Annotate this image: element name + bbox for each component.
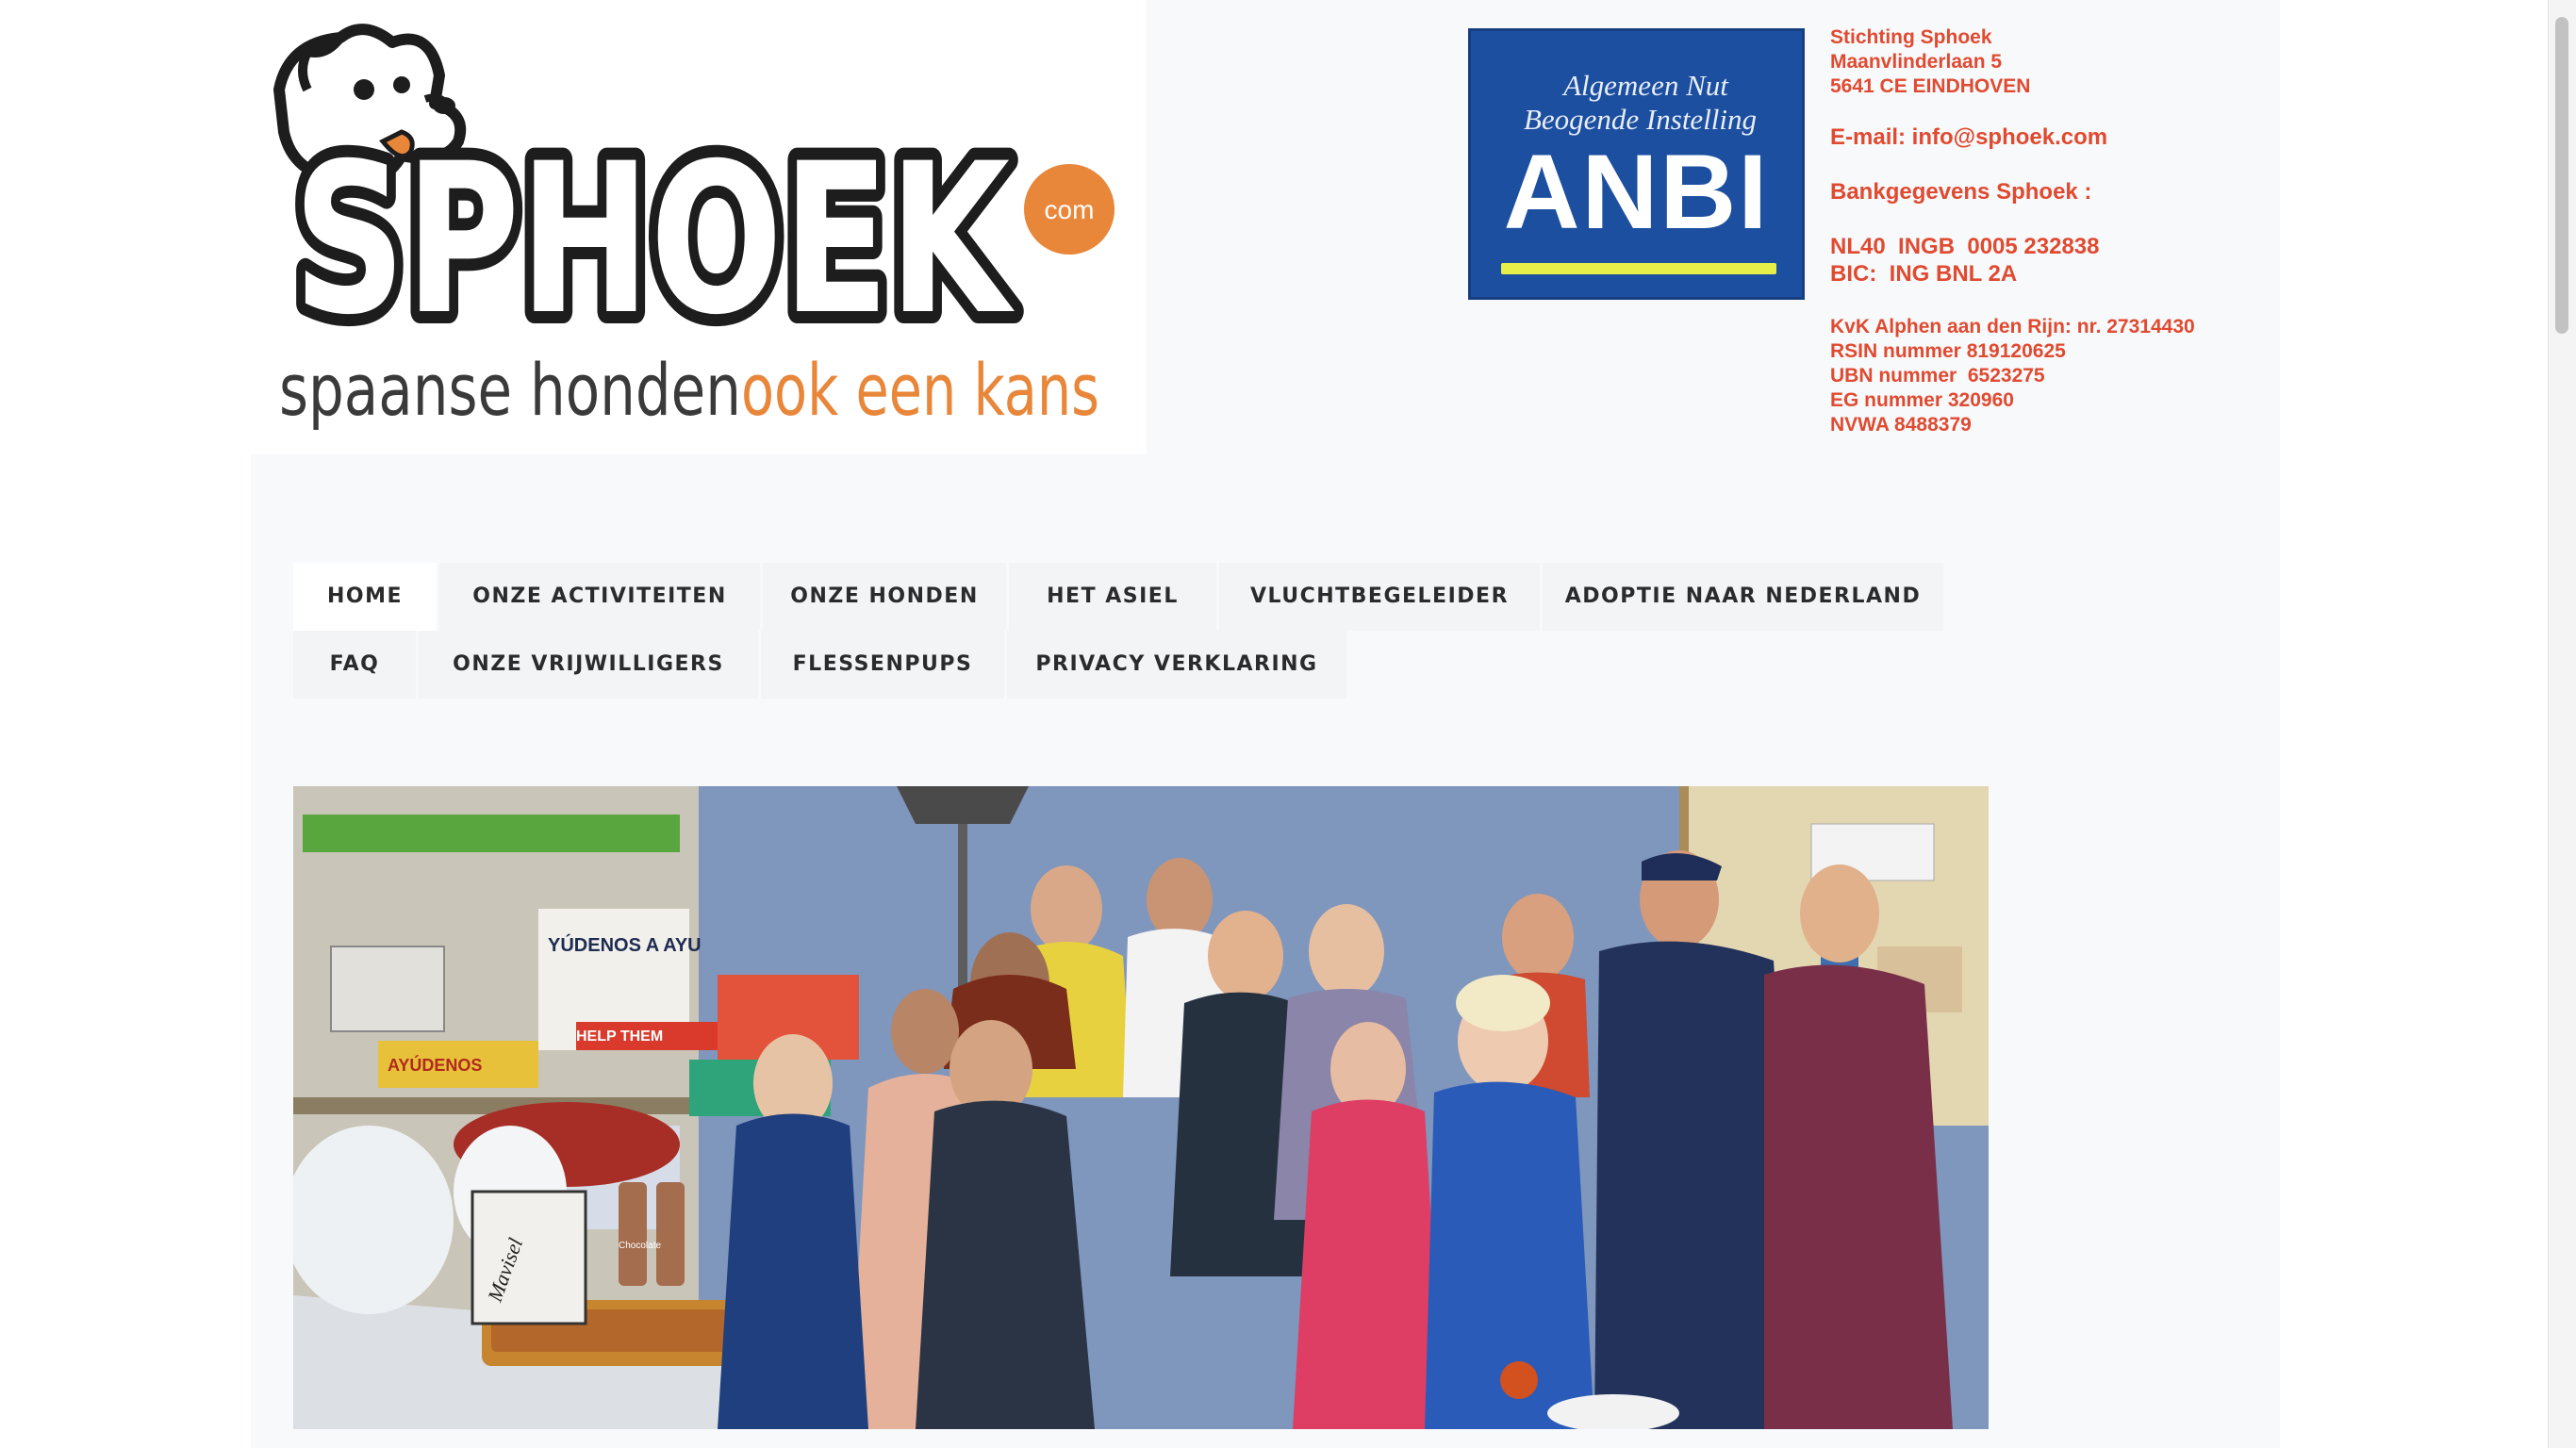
- city: 5641 CE EINDHOVEN: [1830, 75, 2031, 97]
- nvwa-number: NVWA 8488379: [1830, 414, 1972, 436]
- nav-item-adoptie[interactable]: ADOPTIE NAAR NEDERLAND: [1543, 563, 1943, 631]
- bank-title: Bankgegevens Sphoek :: [1830, 179, 2092, 205]
- scrollbar[interactable]: [2548, 0, 2576, 1448]
- org-name: Stichting Sphoek: [1830, 26, 1992, 48]
- sphoek-wordmark: SPHOEK: [281, 107, 1028, 372]
- nav-item-vluchtbegeleider[interactable]: VLUCHTBEGELEIDER: [1219, 563, 1540, 631]
- com-text: com: [1045, 195, 1095, 224]
- anbi-badge: Algemeen Nut Beogende Instelling ANBI: [1468, 28, 1805, 300]
- com-badge: com: [1024, 164, 1115, 255]
- nav-item-onze-activiteiten[interactable]: ONZE ACTIVITEITEN: [439, 563, 760, 631]
- kvk-number: KvK Alphen aan den Rijn: nr. 27314430: [1830, 316, 2195, 337]
- nav-item-faq[interactable]: FAQ: [293, 631, 416, 699]
- poster-text-3: HELP THEM: [576, 1028, 663, 1045]
- main-navigation: HOME ONZE ACTIVITEITEN ONZE HONDEN HET A…: [293, 563, 1943, 699]
- street: Maanvlinderlaan 5: [1830, 51, 2003, 73]
- rsin-number: RSIN nummer 819120625: [1830, 340, 2066, 362]
- nav-item-privacy-verklaring[interactable]: PRIVACY VERKLARING: [1007, 631, 1346, 699]
- iban: NL40 INGB 0005 232838: [1830, 234, 2100, 259]
- nav-item-onze-vrijwilligers[interactable]: ONZE VRIJWILLIGERS: [419, 631, 758, 699]
- hero-group-photo: YÚDENOS A AYU HELP THEM AYÚDENOS Mavisel: [293, 786, 1989, 1429]
- anbi-stripe: [1501, 263, 1776, 274]
- wordmark-text: SPHOEK: [293, 119, 1016, 360]
- email-link[interactable]: E-mail: info@sphoek.com: [1830, 124, 2107, 151]
- page: SPHOEK com spaanse honden ook een kans A…: [0, 0, 2576, 1448]
- site-logo[interactable]: SPHOEK com spaanse honden ook een kans: [251, 0, 1147, 454]
- anbi-line1: Algemeen Nut: [1563, 69, 1728, 102]
- nav-item-home[interactable]: HOME: [293, 563, 437, 631]
- bottle-label: Chocolate: [619, 1241, 661, 1251]
- nav-item-het-asiel[interactable]: HET ASIEL: [1009, 563, 1216, 631]
- logo-tagline: spaanse honden ook een kans: [279, 348, 1099, 432]
- poster-text-1: YÚDENOS A AYU: [548, 933, 702, 956]
- tagline-orange: ook een kans: [741, 348, 1099, 432]
- tagline-dark: spaanse honden: [279, 348, 741, 432]
- bic: BIC: ING BNL 2A: [1830, 261, 2018, 287]
- nav-item-flessenpups[interactable]: FLESSENPUPS: [761, 631, 1004, 699]
- nav-item-onze-honden[interactable]: ONZE HONDEN: [763, 563, 1006, 631]
- eg-number: EG nummer 320960: [1830, 389, 2014, 411]
- poster-text-2: AYÚDENOS: [388, 1055, 482, 1075]
- ubn-number: UBN nummer 6523275: [1830, 365, 2045, 387]
- scrollbar-thumb[interactable]: [2555, 17, 2568, 334]
- anbi-title: ANBI: [1503, 133, 1770, 251]
